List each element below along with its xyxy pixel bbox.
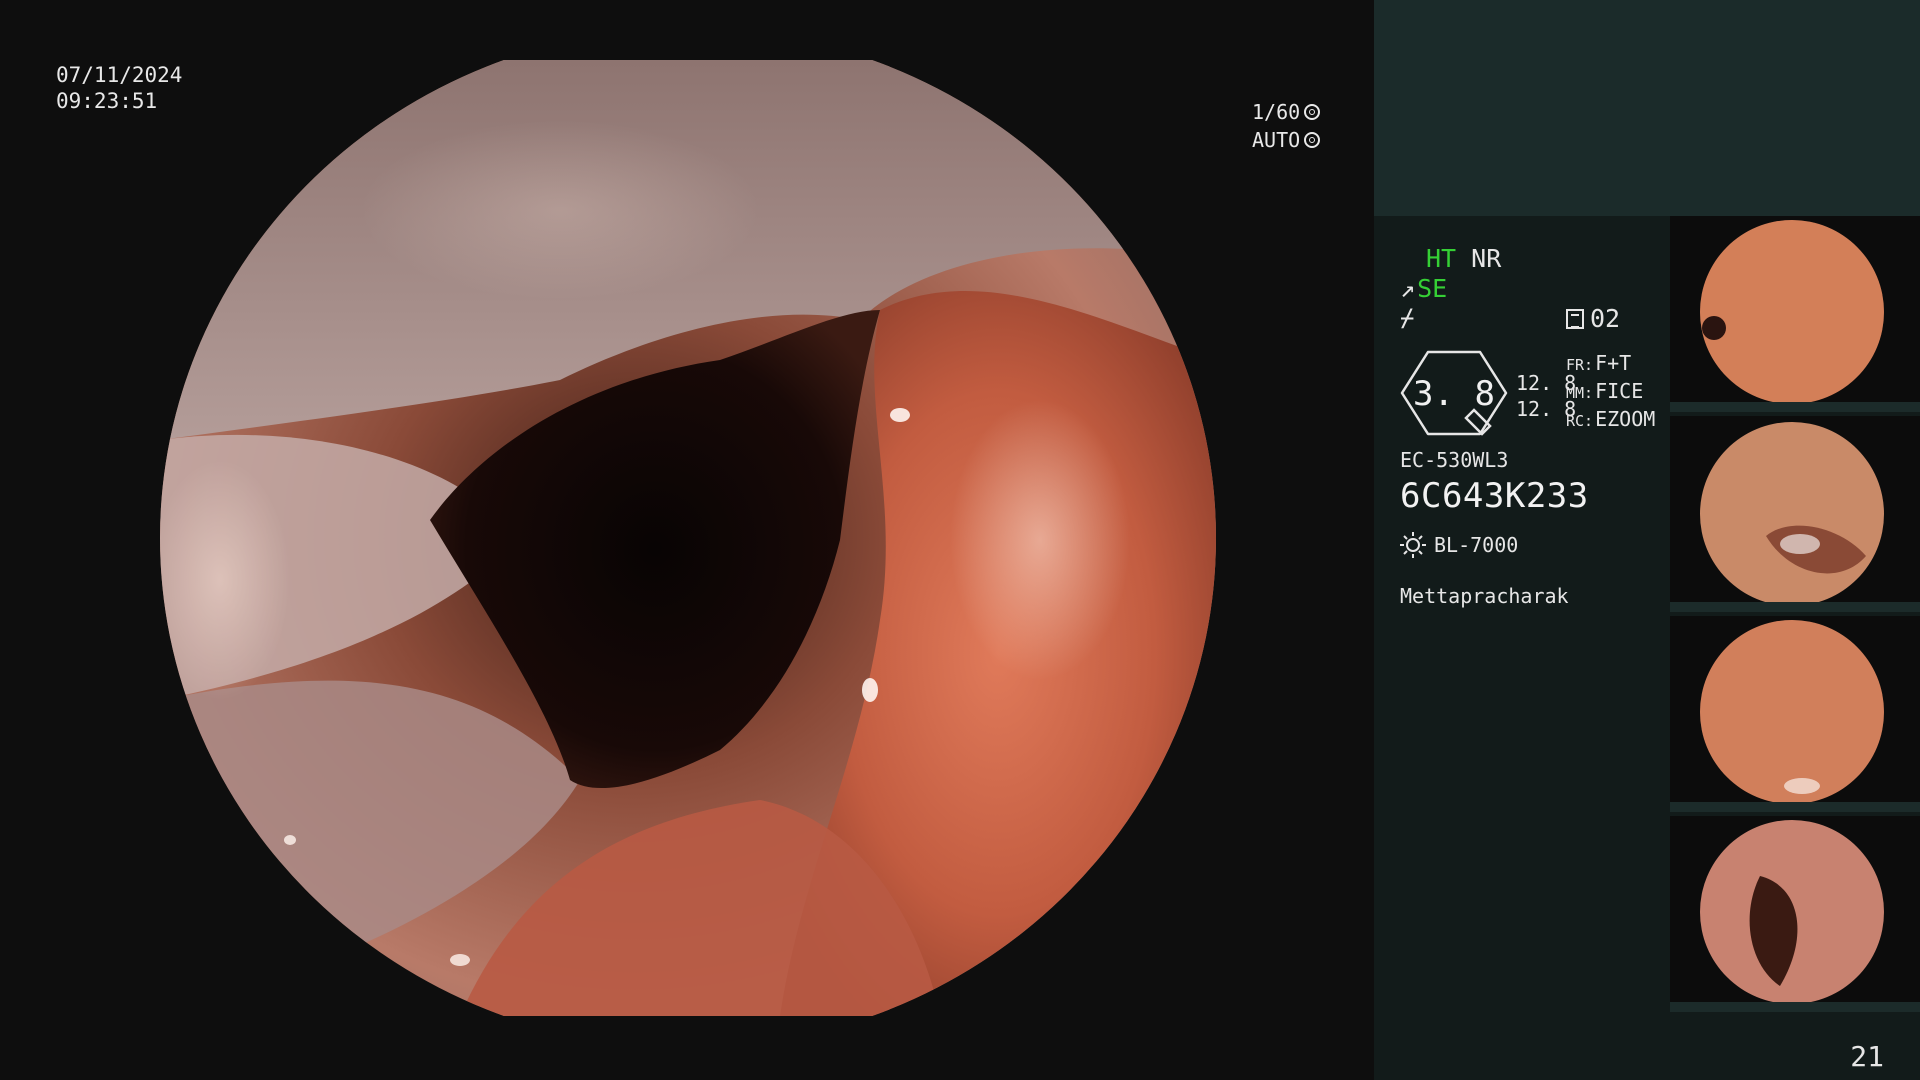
light-source-row: BL-7000 [1400, 532, 1518, 558]
thumbnail-bar [1670, 602, 1920, 612]
captured-thumbnail[interactable] [1670, 416, 1920, 612]
thumbnail-image [1700, 820, 1884, 1004]
thumbnail-bar [1670, 402, 1920, 412]
rc-value: EZOOM [1595, 407, 1656, 431]
scope-model: EC-530WL3 [1400, 448, 1509, 472]
mm-setting: MM: FICE [1566, 378, 1655, 406]
thumbnail-bar [1670, 802, 1920, 812]
captured-thumbnail[interactable] [1670, 216, 1920, 412]
memo-icon [1566, 308, 1584, 329]
operator-name: Mettapracharak [1400, 584, 1569, 608]
iris-icon [1304, 132, 1321, 148]
light-source-model: BL-7000 [1434, 533, 1519, 557]
thumbnail-strip [1670, 216, 1920, 1080]
shutter-speed-text: 1/60 [1252, 100, 1301, 124]
fr-setting: FR: F+T [1566, 350, 1655, 378]
iris-mode-text: AUTO [1252, 128, 1301, 152]
image-count: 21 [1850, 1040, 1884, 1073]
thumbnail-image [1700, 422, 1884, 606]
exposure-overlay: 1/60 AUTO [1252, 98, 1321, 154]
fr-key: FR: [1566, 356, 1594, 374]
se-label: SE [1417, 274, 1448, 303]
thumbnail-image [1700, 220, 1884, 404]
live-view: 07/11/2024 09:23:51 1/60 AUTO [0, 0, 1374, 1080]
fr-value: F+T [1595, 351, 1632, 375]
light-source-icon [1400, 532, 1426, 558]
mm-value: FICE [1595, 379, 1644, 403]
structure-enhance-icon: ↗ [1400, 274, 1416, 303]
rc-key: RC: [1566, 412, 1594, 430]
thumbnail-bar [1670, 1002, 1920, 1012]
info-panel: HT NR ↗ SE ⌿ 02 3. 8 12. 8 12. 8 FR: F+T … [1374, 216, 1670, 1080]
nr-label: NR [1471, 244, 1502, 273]
ht-label: HT [1426, 244, 1457, 273]
endoscopic-image [160, 60, 1216, 1016]
memo-counter: 02 [1566, 304, 1620, 333]
captured-thumbnail[interactable] [1670, 816, 1920, 1012]
zoom-gauge-value: 3. 8 [1413, 374, 1495, 414]
shutter-icon [1304, 104, 1321, 120]
endoscopy-screen: 07/11/2024 09:23:51 1/60 AUTO HT NR ↗ SE… [0, 0, 1920, 1080]
panel-header-area [1374, 0, 1920, 216]
memo-count: 02 [1590, 304, 1621, 333]
thumbnail-image [1700, 620, 1884, 804]
captured-thumbnail[interactable] [1670, 616, 1920, 812]
ht-nr-row: HT NR [1426, 244, 1501, 273]
rc-setting: RC: EZOOM [1566, 406, 1655, 434]
lens-icon: ⌿ [1400, 304, 1415, 332]
mode-settings: FR: F+T MM: FICE RC: EZOOM [1566, 350, 1655, 434]
scope-serial: 6C643K233 [1400, 476, 1589, 516]
mm-key: MM: [1566, 384, 1594, 402]
se-row: ↗ SE [1400, 274, 1447, 303]
